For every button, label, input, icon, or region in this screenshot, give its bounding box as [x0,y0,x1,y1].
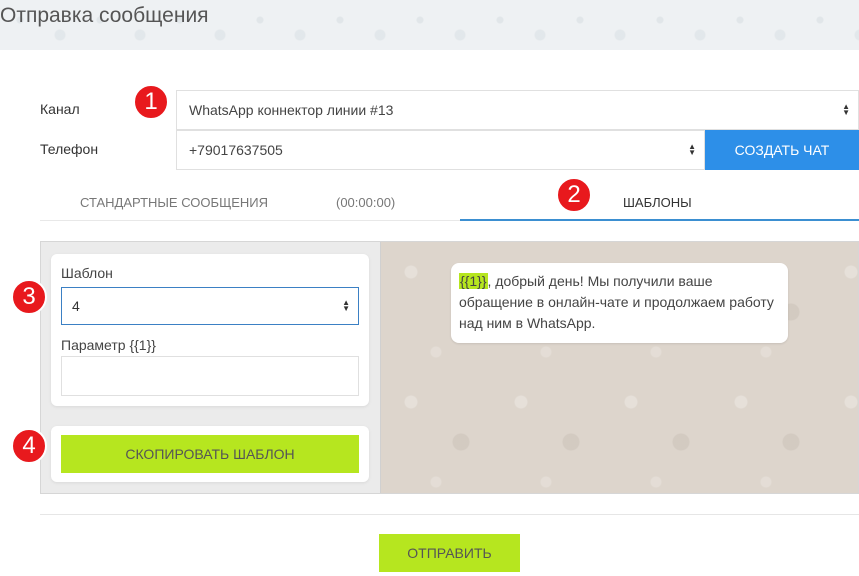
phone-label: Телефон [40,141,99,157]
up-down-arrows-icon: ▲ ▼ [842,102,850,117]
param-label: Параметр {{1}} [61,337,156,353]
step-badge-4: 4 [11,428,47,464]
footer-divider [40,514,859,515]
up-down-arrows-icon: ▲ ▼ [342,298,350,313]
message-preview-area: {{1}}, добрый день! Мы получили ваше обр… [380,242,858,493]
message-preview-text: , добрый день! Мы получили ваше обращени… [459,273,774,331]
phone-select[interactable]: +79017637505 ▲ ▼ [176,130,705,170]
channel-select[interactable]: WhatsApp коннектор линии #13 ▲ ▼ [176,90,859,130]
template-settings-area: Шаблон 4 ▲ ▼ Параметр {{1}} СКОПИРОВАТЬ Ш… [41,242,380,493]
step-badge-3: 3 [11,279,47,315]
template-select[interactable]: 4 ▲ ▼ [61,287,359,325]
channel-select-value: WhatsApp коннектор линии #13 [189,102,394,118]
tab-timer: (00:00:00) [336,195,396,210]
create-chat-button[interactable]: СОЗДАТЬ ЧАТ [705,130,859,170]
send-button[interactable]: ОТПРАВИТЬ [379,534,520,572]
tab-standard-messages[interactable]: СТАНДАРТНЫЕ СООБЩЕНИЯ [80,195,268,210]
template-variable-highlight: {{1}} [459,273,488,289]
phone-select-value: +79017637505 [189,142,283,158]
step-badge-1: 1 [133,84,169,120]
template-panel: Шаблон 4 ▲ ▼ Параметр {{1}} СКОПИРОВАТЬ Ш… [40,241,859,494]
param-input[interactable] [61,356,359,396]
message-preview-bubble: {{1}}, добрый день! Мы получили ваше обр… [451,263,788,343]
page-header: Отправка сообщения [0,0,859,50]
copy-template-button[interactable]: СКОПИРОВАТЬ ШАБЛОН [61,435,359,473]
copy-template-card: СКОПИРОВАТЬ ШАБЛОН [51,426,369,482]
step-badge-2: 2 [556,177,592,213]
tab-templates[interactable]: ШАБЛОНЫ [623,195,692,210]
template-label: Шаблон [61,265,113,281]
up-down-arrows-icon: ▲ ▼ [688,142,696,157]
page-title: Отправка сообщения [0,4,209,27]
active-tab-indicator [460,219,859,221]
template-settings-card: Шаблон 4 ▲ ▼ Параметр {{1}} [51,254,369,406]
channel-label: Канал [40,101,80,117]
template-select-value: 4 [72,298,80,314]
